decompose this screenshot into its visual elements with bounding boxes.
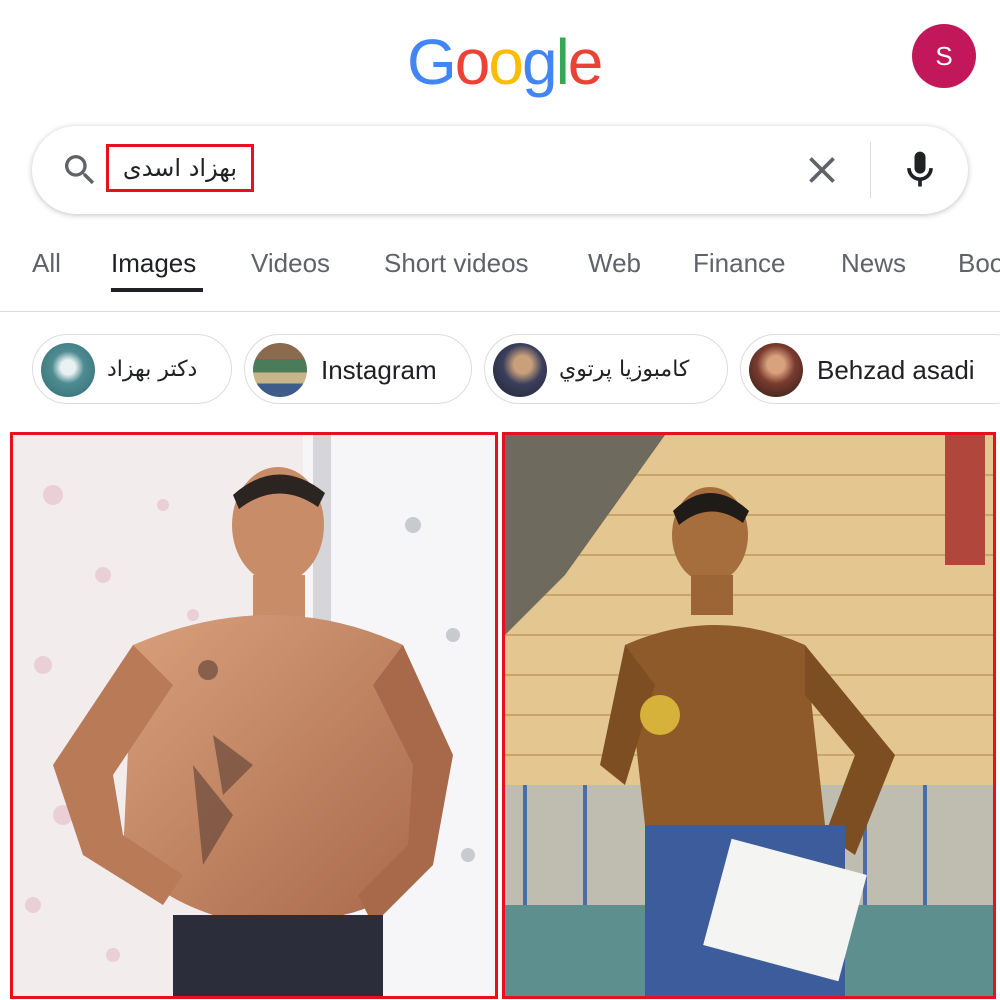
search-tabs: All Images Videos Short videos Web Finan… [0, 236, 1000, 292]
tab-books[interactable]: Boo [958, 248, 1000, 279]
search-icon[interactable] [60, 150, 100, 190]
microphone-icon[interactable] [898, 146, 942, 194]
chip-label: Behzad asadi [817, 355, 975, 385]
chip-label: Instagram [321, 355, 437, 385]
close-icon[interactable] [800, 148, 844, 192]
image-result[interactable] [10, 432, 498, 999]
chip-thumbnail [749, 343, 803, 397]
logo-letter: o [454, 26, 491, 98]
chip-label: دکتر بهزاد [107, 357, 198, 382]
chip-doctor-behzad[interactable]: دکتر بهزاد [32, 334, 232, 404]
tab-all[interactable]: All [32, 248, 61, 279]
search-box[interactable]: بهزاد اسدی [32, 126, 968, 214]
logo-letter: o [488, 26, 524, 98]
tab-short-videos[interactable]: Short videos [384, 248, 529, 279]
chip-label: کامبوزیا پرتوي [559, 357, 690, 382]
active-tab-indicator [111, 288, 203, 292]
chip-thumbnail [253, 343, 307, 397]
tab-web[interactable]: Web [588, 248, 641, 279]
tab-images[interactable]: Images [111, 248, 196, 279]
tab-videos[interactable]: Videos [251, 248, 330, 279]
logo-letter: g [521, 26, 558, 98]
logo-letter: G [407, 26, 457, 98]
tab-finance[interactable]: Finance [693, 248, 786, 279]
chip-thumbnail [41, 343, 95, 397]
logo-letter: l [555, 26, 570, 98]
logo-letter: e [567, 26, 604, 98]
search-divider [870, 142, 871, 198]
result-image-bodybuilder-medal [505, 435, 993, 996]
image-result[interactable] [502, 432, 996, 999]
chip-behzad-asadi[interactable]: Behzad asadi [740, 334, 1000, 404]
google-logo[interactable]: Google [407, 24, 603, 100]
search-input[interactable]: بهزاد اسدی [106, 144, 254, 192]
related-searches: دکتر بهزاد Instagram کامبوزیا پرتوي Behz… [0, 334, 1000, 406]
result-image-bodybuilder-window [13, 435, 495, 996]
chip-kambozia-partovi[interactable]: کامبوزیا پرتوي [484, 334, 728, 404]
account-avatar[interactable]: S [912, 24, 976, 88]
chip-instagram[interactable]: Instagram [244, 334, 472, 404]
tab-news[interactable]: News [841, 248, 906, 279]
chip-thumbnail [493, 343, 547, 397]
tabs-divider [0, 311, 1000, 312]
